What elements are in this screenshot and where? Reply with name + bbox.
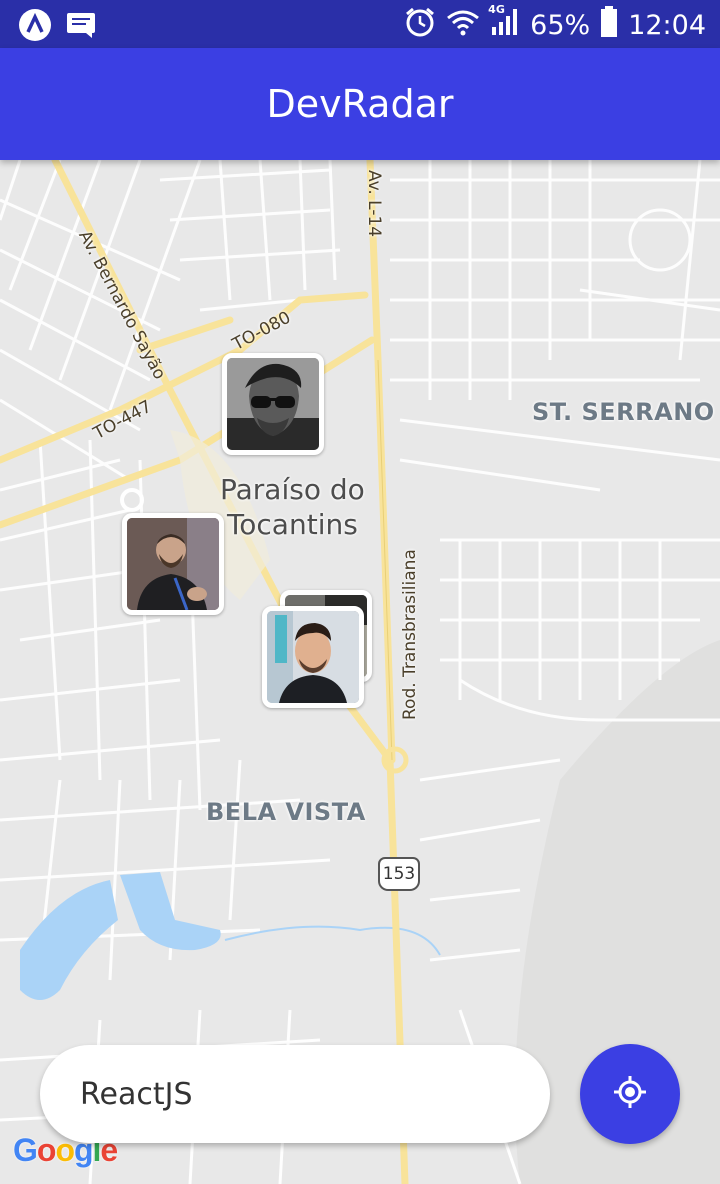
road-label: Rod. Transbrasiliana [400, 549, 420, 720]
avatar [227, 358, 319, 450]
my-location-icon [612, 1074, 648, 1115]
search-input[interactable] [40, 1045, 550, 1143]
dev-marker[interactable] [222, 353, 324, 455]
app-bar: DevRadar [0, 48, 720, 160]
signal-icon: 4G [488, 3, 520, 44]
app-launcher-icon [18, 8, 52, 47]
highway-shield: 153 [378, 857, 420, 891]
network-type-label: 4G [488, 3, 505, 16]
alarm-icon [404, 6, 436, 45]
district-label: ST. SERRANO [532, 398, 715, 426]
wifi-icon [446, 8, 480, 43]
battery-icon [600, 6, 618, 45]
message-icon [66, 11, 96, 44]
clock: 12:04 [628, 10, 706, 41]
city-label-line1: Paraíso do [220, 473, 365, 506]
city-label-line2: Tocantins [226, 508, 358, 541]
dev-marker[interactable] [262, 606, 364, 708]
status-bar: 4G 65% 12:04 [0, 0, 720, 48]
battery-percent: 65% [530, 10, 591, 41]
dev-marker[interactable] [122, 513, 224, 615]
district-label: BELA VISTA [206, 798, 366, 826]
app-title: DevRadar [266, 82, 454, 126]
road-label: Av. L-14 [364, 170, 384, 238]
avatar [127, 518, 219, 610]
avatar [267, 611, 359, 703]
map-view[interactable]: Av. Bernardo Sayão TO-080 TO-447 Av. L-1… [0, 160, 720, 1184]
locate-button[interactable] [580, 1044, 680, 1144]
city-label: Paraíso do Tocantins [220, 472, 365, 542]
